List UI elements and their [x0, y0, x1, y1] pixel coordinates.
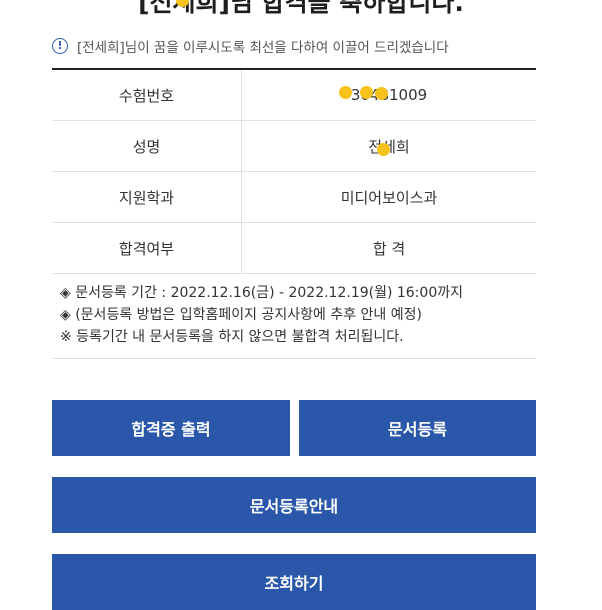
note-period: ◈ 문서등록 기간 : 2022.12.16(금) - 2022.12.19(월…: [60, 285, 463, 301]
table-row: 성명 전세희: [52, 121, 536, 172]
notice-line: ! [전세희]님이 꿈을 이루시도록 최선을 다하여 이끌어 드리겠습니다: [52, 36, 449, 56]
table-row: 지원학과 미디어보이스과: [52, 172, 536, 223]
row-value-exam-number: 30481009: [242, 70, 536, 120]
note-method: ◈ (문서등록 방법은 입학홈페이지 공지사항에 추후 안내 예정): [60, 307, 422, 323]
row-label-department: 지원학과: [52, 172, 242, 222]
notice-text: [전세희]님이 꿈을 이루시도록 최선을 다하여 이끌어 드리겠습니다: [77, 40, 449, 56]
table-row: 수험번호 30481009: [52, 70, 536, 121]
table-row: 합격여부 합 격: [52, 223, 536, 274]
note-warning: ※ 등록기간 내 문서등록을 하지 않으면 불합격 처리됩니다.: [60, 329, 404, 345]
document-register-button[interactable]: 문서등록: [299, 400, 536, 456]
document-guide-button[interactable]: 문서등록안내: [52, 477, 536, 533]
result-table: 수험번호 30481009 성명 전세희 지원학과 미디어보이스과 합격여부 합…: [52, 68, 536, 274]
print-certificate-button[interactable]: 합격증 출력: [52, 400, 290, 456]
row-value-name: 전세희: [242, 121, 536, 171]
redaction-dot: [360, 86, 373, 99]
notes: ◈ 문서등록 기간 : 2022.12.16(금) - 2022.12.19(월…: [60, 282, 463, 348]
row-label-result: 합격여부: [52, 223, 242, 273]
page-title: [전세희]님 합격을 축하합니다.: [138, 0, 464, 17]
redaction-dot: [339, 86, 352, 99]
row-value-result: 합 격: [372, 239, 406, 258]
redaction-dot: [377, 143, 390, 156]
row-label-name: 성명: [52, 121, 242, 171]
row-value-department: 미디어보이스과: [340, 188, 438, 207]
redaction-dot: [375, 87, 388, 100]
info-icon: !: [52, 38, 68, 54]
row-label-exam-number: 수험번호: [52, 70, 242, 120]
divider: [52, 358, 536, 359]
